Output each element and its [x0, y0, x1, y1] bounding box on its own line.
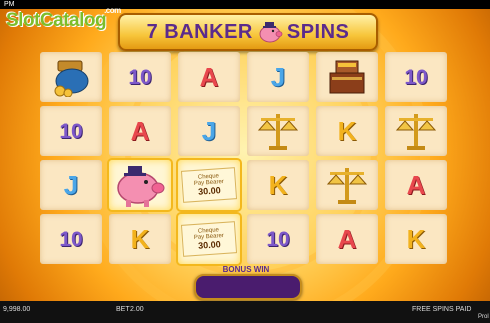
reel-cell: [40, 52, 102, 102]
piggy-bank-icon: [259, 22, 283, 43]
card-symbol-10: 10: [404, 65, 428, 89]
title-left: 7 BANKER: [146, 20, 253, 43]
cheque-amount: 30.00: [197, 239, 222, 251]
card-symbol-J: J: [63, 170, 79, 200]
justice-scales-icon: [257, 114, 299, 150]
game-screen: PM SlotCatalog.com 7 BANKER SPINS 10 J 10 1…: [0, 0, 490, 323]
reel-grid[interactable]: 10 J 10 10 A K A J Cheque Pay Bearer 30.00 Cheque Pa…: [40, 52, 450, 268]
reel-cell: K: [109, 214, 171, 264]
reel-cell: 10: [40, 106, 102, 156]
card-symbol-K: K: [130, 224, 150, 254]
cheque-symbol: Cheque Pay Bearer 30.00: [180, 221, 238, 257]
reel-cell: Cheque Pay Bearer 30.00: [178, 160, 240, 210]
justice-scales-icon: [395, 114, 437, 150]
card-symbol-A: A: [130, 116, 150, 146]
reel-cell: A: [178, 52, 240, 102]
status-time: PM: [4, 1, 15, 8]
reel-cell: 10: [40, 214, 102, 264]
card-symbol-A: A: [199, 62, 219, 92]
card-symbol-10: 10: [59, 227, 83, 251]
reel-cell: 10: [247, 214, 309, 264]
status-bar: PM: [0, 0, 490, 9]
watermark-suffix: .com: [104, 5, 121, 15]
reel-cell: Cheque Pay Bearer 30.00: [178, 214, 240, 264]
card-symbol-10: 10: [266, 227, 290, 251]
reel-cell: 10: [109, 52, 171, 102]
card-symbol-J: J: [270, 62, 286, 92]
card-symbol-K: K: [406, 224, 426, 254]
bottom-bar: 9,998.00 BET 2.00 FREE SPINS PAID Prol: [0, 301, 490, 323]
card-symbol-K: K: [268, 170, 288, 200]
bet-label: BET: [116, 306, 130, 313]
title-right: SPINS: [286, 20, 350, 43]
balance-value: 9,998.00: [3, 306, 31, 313]
watermark-text: SlotCatalog: [6, 10, 107, 31]
reel-cell: [109, 160, 171, 210]
reel-cell: 10: [385, 52, 447, 102]
reel-cell: K: [316, 106, 378, 156]
reel-cell: A: [316, 214, 378, 264]
bonus-win-display: [194, 274, 302, 300]
card-symbol-J: J: [201, 116, 217, 146]
reel-cell: K: [385, 214, 447, 264]
status-message: FREE SPINS PAID: [412, 306, 472, 313]
game-title-banner: 7 BANKER SPINS: [118, 13, 378, 51]
reel-cell: K: [247, 160, 309, 210]
reel-cell: J: [40, 160, 102, 210]
card-symbol-10: 10: [128, 65, 152, 89]
reel-cell: [385, 106, 447, 156]
reel-cell: [316, 52, 378, 102]
cash-register-icon: [329, 60, 365, 94]
card-symbol-10: 10: [59, 119, 83, 143]
reel-cell: J: [247, 52, 309, 102]
reel-cell: A: [385, 160, 447, 210]
reel-cell: [247, 106, 309, 156]
watermark-logo: SlotCatalog.com: [6, 6, 123, 32]
cheque-amount: 30.00: [197, 185, 222, 197]
money-bag-icon: [54, 60, 89, 97]
cheque-symbol: Cheque Pay Bearer 30.00: [180, 167, 238, 203]
bet-value[interactable]: 2.00: [130, 306, 144, 313]
reel-cell: [316, 160, 378, 210]
piggy-bank-icon: [117, 166, 165, 207]
card-symbol-A: A: [406, 170, 426, 200]
card-symbol-A: A: [337, 224, 357, 254]
reel-cell: A: [109, 106, 171, 156]
brand-text: Prol: [478, 314, 489, 320]
bonus-win-label: BONUS WIN: [222, 265, 270, 274]
card-symbol-K: K: [337, 116, 357, 146]
justice-scales-icon: [326, 168, 368, 204]
reel-cell: J: [178, 106, 240, 156]
